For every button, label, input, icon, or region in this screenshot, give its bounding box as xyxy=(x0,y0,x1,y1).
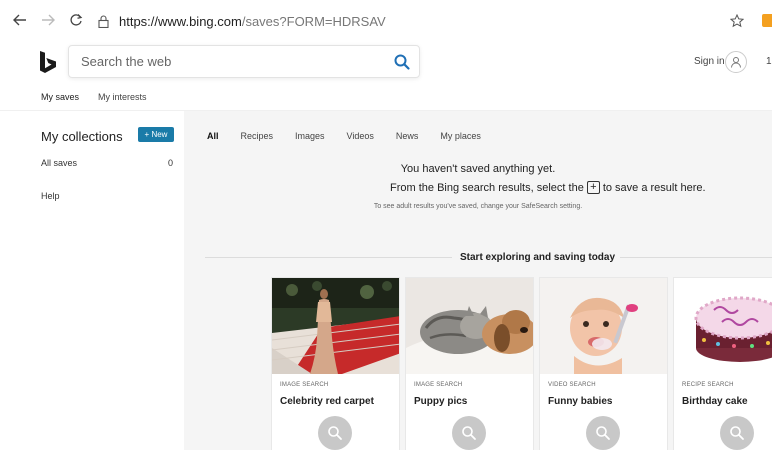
rewards-count[interactable]: 1( xyxy=(766,56,772,67)
main-content: All Recipes Images Videos News My places… xyxy=(184,111,772,450)
search-icon xyxy=(730,426,744,440)
card-kind: RECIPE SEARCH xyxy=(682,382,734,388)
divider-right xyxy=(620,257,772,258)
card-search-button[interactable] xyxy=(452,416,486,450)
card-search-button[interactable] xyxy=(318,416,352,450)
browser-toolbar: https://www.bing.com/saves?FORM=HDRSAV xyxy=(0,0,772,40)
search-icon xyxy=(328,426,342,440)
search-icon xyxy=(596,426,610,440)
saves-tabs: My saves My interests xyxy=(41,92,166,112)
card-label: Celebrity red carpet xyxy=(280,396,374,407)
sidebar-item-all-saves[interactable]: All saves xyxy=(41,158,77,168)
lock-icon xyxy=(98,14,109,28)
explore-card-puppy[interactable]: IMAGE SEARCH Puppy pics xyxy=(405,277,534,450)
filter-tabs: All Recipes Images Videos News My places xyxy=(207,131,503,141)
url-host: https://www.bing.com xyxy=(119,13,242,29)
card-image xyxy=(406,278,533,374)
search-box xyxy=(68,45,420,78)
filter-images[interactable]: Images xyxy=(295,131,325,141)
save-plus-icon: + xyxy=(586,181,600,194)
empty-state-heading: You haven't saved anything yet. xyxy=(400,163,556,175)
filter-my-places[interactable]: My places xyxy=(440,131,481,141)
sign-in-link[interactable]: Sign in xyxy=(694,56,725,67)
card-label: Puppy pics xyxy=(414,396,468,407)
forward-arrow-icon xyxy=(42,14,55,26)
card-kind: VIDEO SEARCH xyxy=(548,382,596,388)
card-kind: IMAGE SEARCH xyxy=(414,382,463,388)
empty-state-instructions: From the Bing search results, select the… xyxy=(390,181,706,194)
safesearch-note[interactable]: To see adult results you've saved, chang… xyxy=(184,203,772,210)
card-label: Funny babies xyxy=(548,396,613,407)
refresh-icon xyxy=(70,14,83,26)
bing-logo-icon[interactable] xyxy=(38,50,58,74)
tab-my-interests[interactable]: My interests xyxy=(98,92,147,112)
forward-button[interactable] xyxy=(34,6,62,34)
filter-recipes[interactable]: Recipes xyxy=(241,131,274,141)
address-bar[interactable]: https://www.bing.com/saves?FORM=HDRSAV xyxy=(98,10,758,32)
instruction-before: From the Bing search results, select the xyxy=(390,181,584,194)
card-kind: IMAGE SEARCH xyxy=(280,382,329,388)
back-button[interactable] xyxy=(6,6,34,34)
filter-all[interactable]: All xyxy=(207,131,219,141)
filter-videos[interactable]: Videos xyxy=(347,131,374,141)
card-label: Birthday cake xyxy=(682,396,748,407)
user-icon xyxy=(731,57,741,68)
search-icon xyxy=(462,426,476,440)
card-image xyxy=(540,278,667,374)
explore-title: Start exploring and saving today xyxy=(460,252,616,263)
card-search-button[interactable] xyxy=(720,416,754,450)
extension-icon[interactable] xyxy=(762,14,772,27)
tab-my-saves[interactable]: My saves xyxy=(41,92,80,112)
filter-news[interactable]: News xyxy=(396,131,419,141)
card-image xyxy=(674,278,772,374)
card-image xyxy=(272,278,399,374)
back-arrow-icon xyxy=(13,14,26,26)
card-search-button[interactable] xyxy=(586,416,620,450)
search-input[interactable] xyxy=(81,54,381,69)
divider-left xyxy=(205,257,452,258)
explore-card-birthday-cake[interactable]: RECIPE SEARCH Birthday cake xyxy=(673,277,772,450)
refresh-button[interactable] xyxy=(62,6,90,34)
sidebar-item-help[interactable]: Help xyxy=(41,191,60,201)
explore-card-celebrity[interactable]: IMAGE SEARCH Celebrity red carpet xyxy=(271,277,400,450)
avatar[interactable] xyxy=(725,51,747,73)
search-icon[interactable] xyxy=(393,53,411,71)
sidebar: My collections + New All saves 0 Help xyxy=(0,111,184,450)
favorite-star-icon[interactable] xyxy=(728,12,746,30)
all-saves-count: 0 xyxy=(168,158,174,168)
instruction-after: to save a result here. xyxy=(602,181,706,194)
collections-title: My collections xyxy=(41,129,123,144)
explore-card-babies[interactable]: VIDEO SEARCH Funny babies xyxy=(539,277,668,450)
new-collection-button[interactable]: + New xyxy=(138,127,174,142)
url-path: /saves?FORM=HDRSAV xyxy=(241,13,386,29)
